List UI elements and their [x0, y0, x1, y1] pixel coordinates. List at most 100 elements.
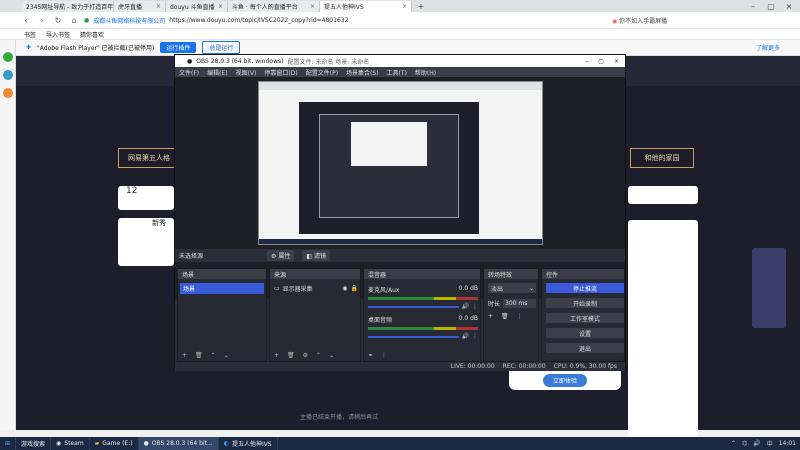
start-recording-button[interactable]: 开始录制: [546, 298, 624, 308]
bookmark-item[interactable]: 书签: [24, 30, 36, 39]
speaker-icon[interactable]: 🔊: [462, 303, 469, 310]
new-tab-icon[interactable]: +: [412, 0, 430, 12]
filters-button[interactable]: ◧ 滤镜: [302, 250, 330, 261]
network-icon[interactable]: ⌬: [742, 440, 747, 447]
add-icon[interactable]: +: [488, 313, 493, 320]
tab-douyu-home[interactable]: 斗鱼 · 每个人的直播平台 ×: [228, 1, 320, 12]
minimize-icon[interactable]: –: [585, 58, 588, 65]
eye-icon[interactable]: ◉: [342, 285, 347, 292]
volume-icon[interactable]: 🔊: [753, 440, 760, 447]
system-tray: ⌃ ⌬ 🔊 中 14:01: [731, 439, 800, 448]
bookmark-item[interactable]: 猜你喜欢: [80, 30, 104, 39]
close-icon[interactable]: ×: [156, 3, 161, 10]
volume-slider[interactable]: [368, 305, 459, 308]
try-now-button[interactable]: 立即体验: [542, 373, 587, 387]
taskbar-item-label: 游戏搜索: [21, 441, 46, 448]
add-icon[interactable]: +: [182, 352, 187, 359]
tab-title: 虎牙直播: [118, 4, 143, 11]
banner-left[interactable]: 网易第五人格: [118, 148, 180, 168]
tab-huya[interactable]: 虎牙直播 ×: [114, 1, 166, 12]
tab-douyu[interactable]: douyu 斗鱼直播 ×: [166, 1, 228, 12]
add-icon[interactable]: +: [274, 352, 279, 359]
menu-help[interactable]: 帮助(H): [415, 68, 436, 77]
lock-icon[interactable]: 🔒: [351, 285, 358, 292]
trash-icon[interactable]: 🗑: [287, 352, 295, 359]
flash-message: "Adobe Flash Player" 已被拦截(已被停用): [37, 45, 155, 52]
clock[interactable]: 14:01: [779, 440, 796, 447]
menu-view[interactable]: 视图(V): [236, 68, 257, 77]
trash-icon[interactable]: 🗑: [195, 352, 203, 359]
right-card[interactable]: [628, 186, 698, 204]
banner-right[interactable]: 和他的家园: [630, 148, 694, 168]
minimize-icon[interactable]: –: [744, 0, 762, 12]
learn-more-link[interactable]: 了解更多: [756, 43, 780, 52]
close-icon[interactable]: ×: [402, 3, 407, 10]
menu-scene-collection[interactable]: 场景集合(S): [346, 68, 379, 77]
studio-mode-button[interactable]: 工作室模式: [546, 313, 624, 323]
search-hint[interactable]: ◉ 你不如入手霸屏播: [612, 16, 667, 25]
always-run-button[interactable]: 总是运行: [202, 41, 241, 54]
properties-button[interactable]: ⚙ 属性: [267, 250, 295, 261]
close-window-icon[interactable]: ×: [780, 0, 798, 12]
run-plugin-button[interactable]: 运行插件: [160, 42, 197, 53]
properties-label: 属性: [278, 253, 291, 260]
back-icon[interactable]: ‹: [20, 14, 32, 26]
close-icon[interactable]: ×: [218, 3, 223, 10]
more-icon[interactable]: ⋮: [472, 333, 478, 340]
down-icon[interactable]: ⌄: [329, 352, 334, 359]
mixer-footer: ⚭ ⋮: [364, 349, 480, 361]
taskbar-item[interactable]: ● OBS 28.0.3 (64 bit...: [138, 437, 219, 450]
source-item[interactable]: ▭ 显示器采集 ◉ 🔒: [274, 283, 358, 293]
url-field[interactable]: ● 成都斗鱼网络科技有限公司 https://www.douyu.com/top…: [84, 14, 584, 26]
game-icon[interactable]: [3, 88, 13, 98]
bookmark-item[interactable]: 导入书签: [46, 30, 70, 39]
scene-item[interactable]: 场景: [180, 283, 264, 294]
up-icon[interactable]: ⌃: [211, 352, 216, 359]
more-icon[interactable]: ⋮: [472, 303, 478, 310]
close-icon[interactable]: ×: [614, 58, 619, 65]
chevron-up-icon[interactable]: ⌃: [731, 440, 736, 447]
sources-dock-header: 来源: [270, 269, 360, 279]
more-icon[interactable]: ⋮: [517, 313, 523, 320]
taskbar-item[interactable]: 游戏搜索: [16, 437, 52, 450]
side-card[interactable]: 新秀: [118, 218, 174, 266]
maximize-icon[interactable]: ▢: [598, 58, 604, 65]
tab-2345[interactable]: 2345网址导航 - 致力于打造百年品牌×: [22, 1, 114, 12]
menu-tools[interactable]: 工具(T): [387, 68, 407, 77]
maximize-icon[interactable]: ▢: [762, 0, 780, 12]
duration-input[interactable]: 300 ms: [503, 299, 536, 308]
speaker-icon[interactable]: 🔊: [462, 333, 469, 340]
source-item-label: 显示器采集: [282, 285, 313, 293]
link-icon[interactable]: ⚭: [368, 352, 373, 359]
stop-streaming-button[interactable]: 停止推流: [546, 283, 624, 293]
down-icon[interactable]: ⌄: [224, 352, 229, 359]
tab-active[interactable]: 提五人他神IVS ×: [320, 1, 412, 12]
menu-profile[interactable]: 配置文件(P): [306, 68, 338, 77]
up-icon[interactable]: ⌃: [316, 352, 321, 359]
forward-icon[interactable]: ›: [36, 14, 48, 26]
controls-dock-header: 控件: [542, 269, 624, 279]
weibo-icon[interactable]: [3, 70, 13, 80]
menu-docks[interactable]: 停靠窗口(D): [264, 68, 297, 77]
volume-slider[interactable]: [368, 335, 459, 338]
start-button[interactable]: ⊞: [0, 437, 17, 450]
reload-icon[interactable]: ↻: [52, 14, 64, 26]
menu-file[interactable]: 文件(F): [179, 68, 199, 77]
gear-icon[interactable]: ⚙: [303, 352, 308, 359]
taskbar-item[interactable]: ◐ 提五人他神IVS: [219, 437, 278, 450]
taskbar-item[interactable]: ▰ Game (E:): [90, 437, 139, 450]
close-icon[interactable]: ×: [310, 3, 315, 10]
menu-edit[interactable]: 编辑(E): [207, 68, 227, 77]
trash-icon[interactable]: 🗑: [501, 313, 509, 320]
settings-button[interactable]: 设置: [546, 328, 624, 338]
home-icon[interactable]: ⌂: [68, 14, 80, 26]
ime-indicator[interactable]: 中: [767, 439, 773, 448]
exit-button[interactable]: 退出: [546, 343, 624, 353]
mascot-image: [752, 248, 786, 328]
wechat-icon[interactable]: [3, 52, 13, 62]
taskbar-item[interactable]: ◉ Steam: [51, 437, 90, 450]
obs-preview[interactable]: [175, 77, 625, 299]
more-icon[interactable]: ⋮: [381, 352, 387, 359]
source-toolbar: 未选择源 ⚙ 属性 ◧ 滤镜: [175, 249, 625, 262]
transition-select[interactable]: 淡出 ⌄: [488, 283, 536, 293]
